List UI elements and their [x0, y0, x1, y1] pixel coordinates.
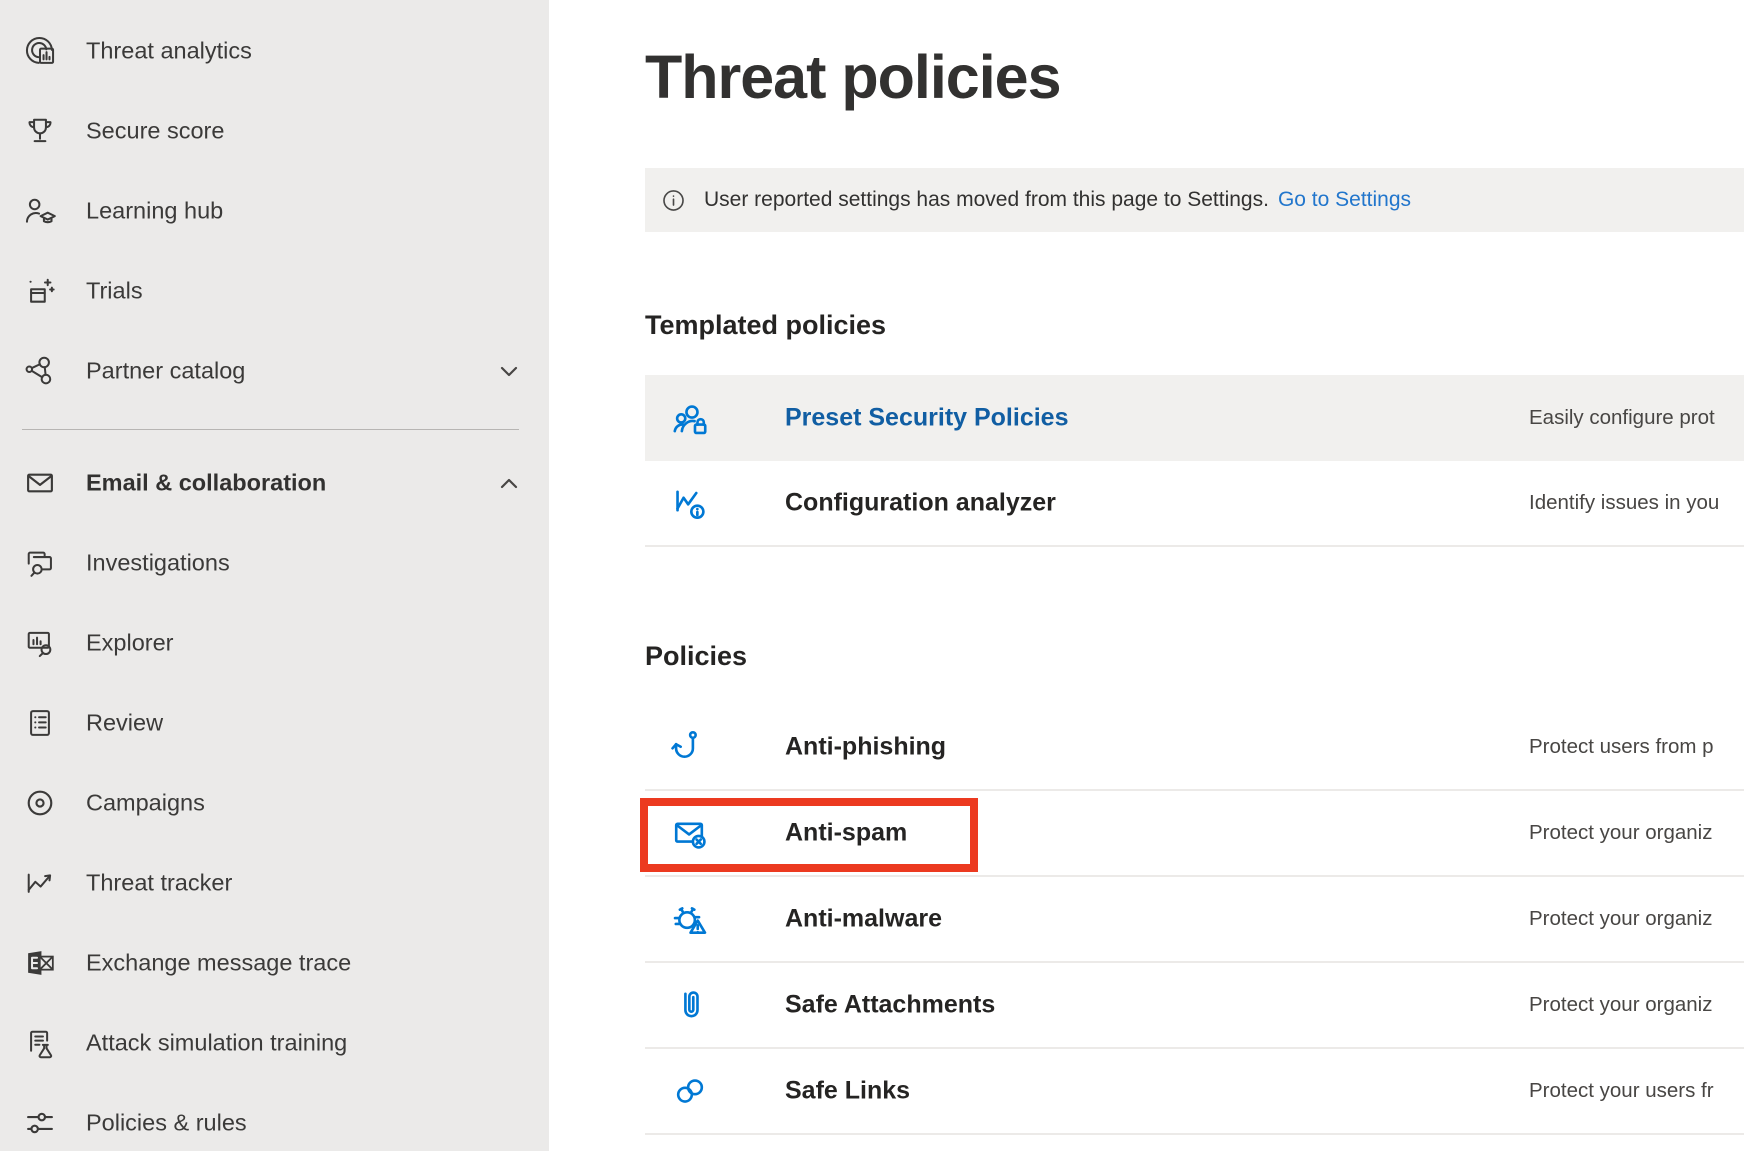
policy-row-label[interactable]: Preset Security Policies	[785, 404, 1068, 433]
partner-catalog-icon	[21, 352, 59, 390]
preset-security-policies-icon	[669, 397, 711, 439]
section-heading-templated-policies: Templated policies	[645, 310, 886, 341]
learning-hub-icon	[21, 192, 59, 230]
policy-row-label[interactable]: Anti-spam	[785, 819, 907, 848]
sidebar-item-label: Exchange message trace	[86, 950, 351, 977]
sidebar-item-label: Email & collaboration	[86, 470, 326, 497]
investigations-icon	[21, 544, 59, 582]
sidebar-item-explorer[interactable]: Explorer	[0, 603, 549, 683]
go-to-settings-link[interactable]: Go to Settings	[1278, 188, 1411, 212]
sidebar-item-label: Secure score	[86, 118, 224, 145]
threat-analytics-icon	[21, 32, 59, 70]
sidebar-item-threat-tracker[interactable]: Threat tracker	[0, 843, 549, 923]
policy-row-label[interactable]: Anti-malware	[785, 905, 942, 934]
sidebar-item-label: Threat tracker	[86, 870, 232, 897]
sidebar-divider	[22, 429, 519, 430]
info-banner: User reported settings has moved from th…	[645, 168, 1744, 232]
campaigns-icon	[21, 784, 59, 822]
chevron-up-icon[interactable]	[493, 467, 525, 499]
sidebar-item-secure-score[interactable]: Secure score	[0, 91, 549, 171]
policy-row-description: Protect your organiz	[1529, 993, 1744, 1017]
sidebar-item-label: Review	[86, 710, 163, 737]
configuration-analyzer-icon	[669, 482, 711, 524]
policy-row-anti-phishing[interactable]: Anti-phishing Protect users from p	[645, 705, 1744, 791]
policies-rules-icon	[21, 1104, 59, 1142]
sidebar-item-policies-rules[interactable]: Policies & rules	[0, 1083, 549, 1163]
info-icon	[659, 186, 688, 215]
sidebar-item-label: Learning hub	[86, 198, 223, 225]
sidebar-item-campaigns[interactable]: Campaigns	[0, 763, 549, 843]
sidebar-item-exchange-message-trace[interactable]: Exchange message trace	[0, 923, 549, 1003]
sidebar-item-email-collaboration[interactable]: Email & collaboration	[0, 443, 549, 523]
anti-malware-icon	[669, 898, 711, 940]
policy-row-label[interactable]: Anti-phishing	[785, 733, 946, 762]
review-icon	[21, 704, 59, 742]
sidebar-item-threat-analytics[interactable]: Threat analytics	[0, 11, 549, 91]
page-title: Threat policies	[645, 42, 1061, 112]
sidebar-item-label: Partner catalog	[86, 358, 245, 385]
sidebar-item-attack-simulation-training[interactable]: Attack simulation training	[0, 1003, 549, 1083]
policy-row-safe-links[interactable]: Safe Links Protect your users fr	[645, 1049, 1744, 1135]
safe-attachments-icon	[669, 984, 711, 1026]
chevron-down-icon[interactable]	[493, 355, 525, 387]
banner-text: User reported settings has moved from th…	[704, 188, 1269, 212]
sidebar-item-label: Attack simulation training	[86, 1030, 347, 1057]
sidebar-item-label: Explorer	[86, 630, 174, 657]
policy-row-configuration-analyzer[interactable]: Configuration analyzer Identify issues in…	[645, 461, 1744, 547]
sidebar-item-label: Investigations	[86, 550, 230, 577]
sidebar: Threat analytics Secure score Learning hub…	[0, 0, 549, 1151]
policy-row-safe-attachments[interactable]: Safe Attachments Protect your organiz	[645, 963, 1744, 1049]
safe-links-icon	[669, 1070, 711, 1112]
policy-row-description: Protect your organiz	[1529, 907, 1744, 931]
policy-row-description: Protect your organiz	[1529, 821, 1744, 845]
sidebar-item-label: Trials	[86, 278, 143, 305]
sidebar-item-investigations[interactable]: Investigations	[0, 523, 549, 603]
policy-row-anti-spam[interactable]: Anti-spam Protect your organiz	[645, 791, 1744, 877]
anti-spam-icon	[669, 812, 711, 854]
email-collaboration-icon	[21, 464, 59, 502]
policy-row-description: Identify issues in you	[1529, 491, 1744, 515]
trials-icon	[21, 272, 59, 310]
secure-score-icon	[21, 112, 59, 150]
policy-row-description: Easily configure prot	[1529, 406, 1744, 430]
anti-phishing-icon	[669, 726, 711, 768]
sidebar-item-trials[interactable]: Trials	[0, 251, 549, 331]
policy-row-anti-malware[interactable]: Anti-malware Protect your organiz	[645, 877, 1744, 963]
policy-row-description: Protect your users fr	[1529, 1079, 1744, 1103]
policy-row-preset-security-policies[interactable]: Preset Security Policies Easily configure…	[645, 375, 1744, 461]
section-heading-policies: Policies	[645, 641, 747, 672]
policy-row-label[interactable]: Configuration analyzer	[785, 489, 1056, 518]
sidebar-item-partner-catalog[interactable]: Partner catalog	[0, 331, 549, 411]
threat-tracker-icon	[21, 864, 59, 902]
sidebar-item-label: Policies & rules	[86, 1110, 247, 1137]
exchange-message-trace-icon	[21, 944, 59, 982]
sidebar-item-label: Threat analytics	[86, 38, 252, 65]
sidebar-item-review[interactable]: Review	[0, 683, 549, 763]
sidebar-item-label: Campaigns	[86, 790, 205, 817]
sidebar-item-learning-hub[interactable]: Learning hub	[0, 171, 549, 251]
explorer-icon	[21, 624, 59, 662]
policy-row-label[interactable]: Safe Attachments	[785, 991, 995, 1020]
policy-row-description: Protect users from p	[1529, 735, 1744, 759]
attack-simulation-training-icon	[21, 1024, 59, 1062]
policy-row-label[interactable]: Safe Links	[785, 1077, 910, 1106]
